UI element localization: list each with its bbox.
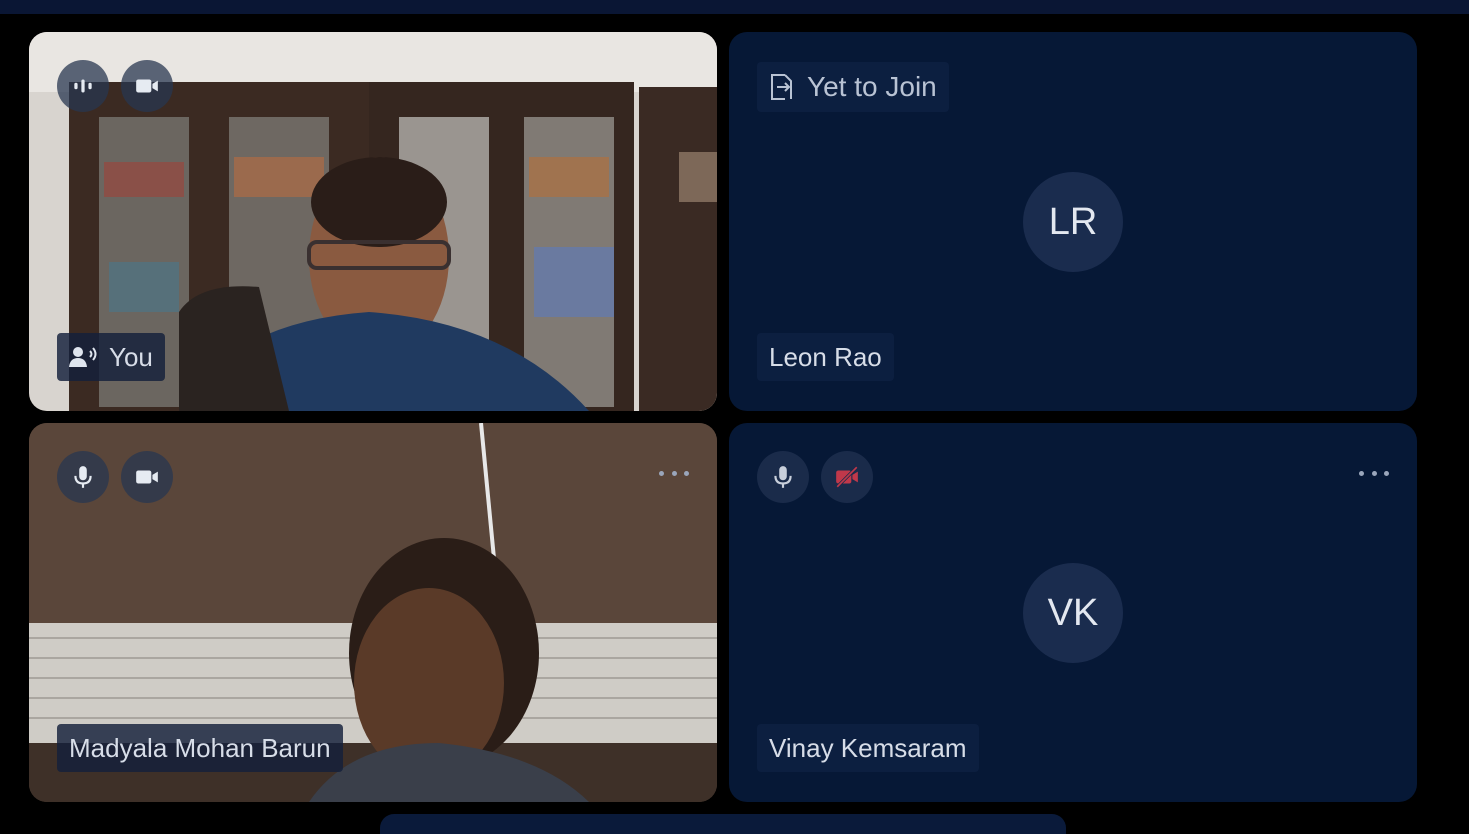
top-bar [0,0,1469,14]
microphone-button[interactable] [57,451,109,503]
participant-tile-leon-rao[interactable]: Yet to Join LR Leon Rao [729,32,1417,411]
participant-name-tag: You [57,333,165,381]
avatar-initials: VK [1023,563,1123,663]
meeting-control-bar[interactable] [380,814,1066,834]
microphone-icon [774,466,792,488]
camera-button[interactable] [121,60,173,112]
speaking-icon [69,347,97,367]
dot [684,470,689,476]
audio-wave-icon [74,79,92,93]
participant-name: You [109,341,153,372]
participant-name: Madyala Mohan Barun [69,732,331,763]
camera-off-icon [836,466,858,488]
exit-door-icon [771,74,792,100]
more-options-button[interactable] [659,463,689,483]
participant-tile-vinay-kemsaram[interactable]: VK Vinay Kemsaram [729,423,1417,802]
yet-to-join-badge: Yet to Join [757,62,949,112]
audio-wave-button[interactable] [57,60,109,112]
dot [1359,470,1364,476]
avatar-initials: LR [1023,172,1123,272]
participant-name-tag: Leon Rao [757,333,894,381]
dot [1371,470,1377,476]
camera-button[interactable] [121,451,173,503]
participant-name: Leon Rao [769,341,882,372]
participant-name-tag: Madyala Mohan Barun [57,724,343,772]
participant-tile-madyala-mohan-barun[interactable]: Madyala Mohan Barun [29,423,717,802]
camera-icon [136,470,158,484]
microphone-button[interactable] [757,451,809,503]
participant-tile-you[interactable]: You [29,32,717,411]
dot [659,470,664,476]
participant-name: Vinay Kemsaram [769,732,967,763]
dot [671,470,677,476]
dot [1384,470,1389,476]
participant-name-tag: Vinay Kemsaram [757,724,979,772]
camera-off-button[interactable] [821,451,873,503]
more-options-button[interactable] [1359,463,1389,483]
camera-icon [136,79,158,93]
microphone-icon [74,466,92,488]
status-text: Yet to Join [807,71,937,102]
